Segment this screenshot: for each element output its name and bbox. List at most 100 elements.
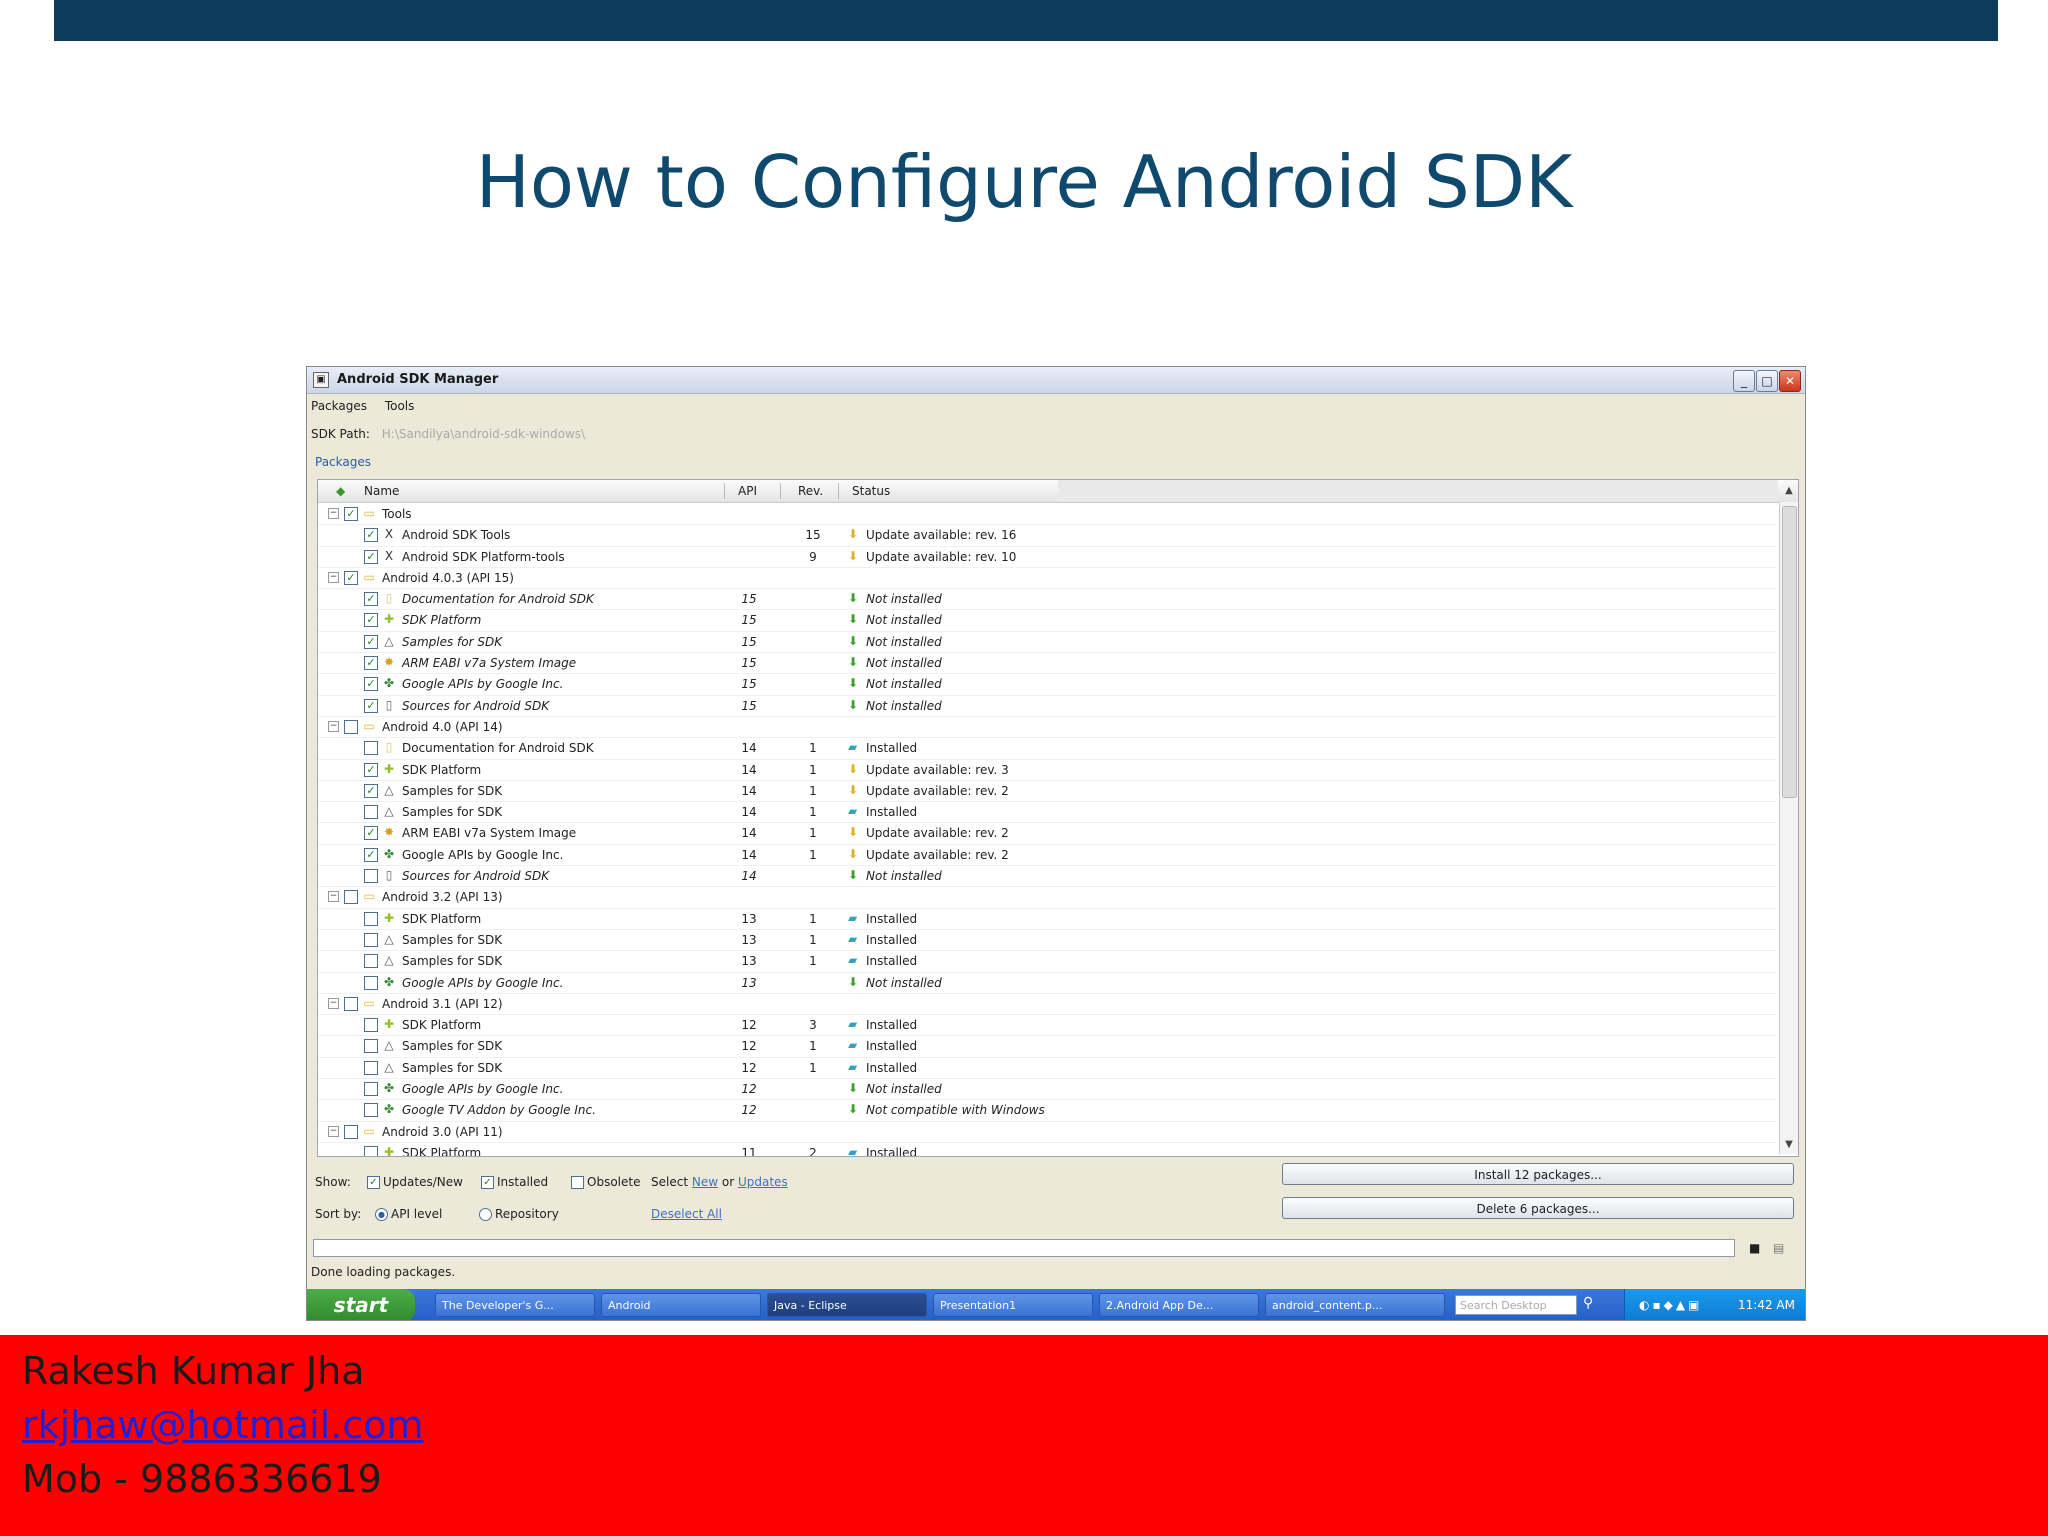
start-button[interactable]: start [307, 1289, 415, 1320]
minimize-button[interactable]: _ [1733, 370, 1755, 392]
package-checkbox[interactable] [364, 975, 378, 990]
col-name[interactable]: Name [364, 484, 399, 498]
taskbar-item-eclipse[interactable]: Java - Eclipse [767, 1293, 927, 1317]
install-packages-button[interactable]: Install 12 packages... [1282, 1163, 1794, 1185]
package-checkbox[interactable] [364, 805, 378, 820]
taskbar-item-pdf[interactable]: android_content.p... [1265, 1293, 1445, 1317]
package-row[interactable]: ✓ ✚ SDK Platform 15 ⬇ Not installed [318, 610, 1776, 632]
package-checkbox[interactable]: ✓ [364, 762, 378, 777]
package-checkbox[interactable]: ✓ [344, 507, 358, 521]
collapse-icon[interactable]: − [328, 571, 339, 583]
package-row[interactable]: ✤ Google TV Addon by Google Inc. 12 ⬇ Not co… [318, 1100, 1776, 1122]
package-group-row[interactable]: − ▭ Android 4.0 (API 14) [318, 717, 1776, 739]
select-updates-link[interactable]: Updates [738, 1175, 788, 1189]
package-checkbox[interactable]: ✓ [364, 528, 378, 543]
package-row[interactable]: ✓ X Android SDK Tools 15 ⬇ Update available: … [318, 525, 1776, 547]
deselect-all-link[interactable]: Deselect All [651, 1207, 722, 1221]
log-icon[interactable]: ▤ [1773, 1241, 1784, 1255]
package-row[interactable]: ✓ X Android SDK Platform-tools 9 ⬇ Update ava… [318, 547, 1776, 568]
package-row[interactable]: ✓ ✤ Google APIs by Google Inc. 15 ⬇ Not insta… [318, 674, 1776, 696]
package-row[interactable]: ✓ ✤ Google APIs by Google Inc. 14 1 ⬇ Update a… [318, 845, 1776, 867]
package-row[interactable]: ✤ Google APIs by Google Inc. 13 ⬇ Not instal… [318, 973, 1776, 994]
package-checkbox[interactable] [364, 932, 378, 947]
package-checkbox[interactable] [364, 1060, 378, 1075]
close-button[interactable]: ✕ [1779, 370, 1801, 392]
package-checkbox[interactable]: ✓ [364, 592, 378, 607]
maximize-button[interactable]: □ [1756, 370, 1778, 392]
col-status[interactable]: Status [852, 484, 890, 498]
search-icon[interactable]: ⚲ [1583, 1295, 1593, 1311]
package-row[interactable]: ▯ Documentation for Android SDK 14 1 ▰ Instal… [318, 738, 1776, 760]
package-group-row[interactable]: − ▭ Android 3.0 (API 11) [318, 1122, 1776, 1143]
package-checkbox[interactable]: ✓ [364, 847, 378, 862]
package-group-row[interactable]: − ▭ Android 3.1 (API 12) [318, 994, 1776, 1016]
author-email-link[interactable]: rkjhaw@hotmail.com [22, 1403, 424, 1447]
obsolete-checkbox[interactable]: Obsolete [571, 1175, 640, 1189]
package-checkbox[interactable] [364, 954, 378, 969]
package-checkbox[interactable] [364, 869, 378, 884]
collapse-icon[interactable]: − [328, 508, 339, 519]
refresh-icon[interactable]: ◆ [336, 484, 345, 498]
package-checkbox[interactable] [364, 1145, 378, 1156]
menu-tools[interactable]: Tools [385, 399, 415, 413]
package-row[interactable]: △ Samples for SDK 14 1 ▰ Installed [318, 802, 1776, 824]
menu-packages[interactable]: Packages [311, 399, 367, 413]
delete-packages-button[interactable]: Delete 6 packages... [1282, 1197, 1794, 1219]
package-row[interactable]: △ Samples for SDK 12 1 ▰ Installed [318, 1058, 1776, 1080]
package-group-row[interactable]: − ✓ ▭ Android 4.0.3 (API 15) [318, 568, 1776, 590]
package-row[interactable]: ✓ ▯ Sources for Android SDK 15 ⬇ Not installe… [318, 696, 1776, 717]
scroll-up-icon[interactable]: ▲ [1780, 482, 1798, 500]
package-row[interactable]: △ Samples for SDK 12 1 ▰ Installed [318, 1036, 1776, 1058]
package-checkbox[interactable]: ✓ [364, 677, 378, 692]
collapse-icon[interactable]: − [328, 891, 339, 903]
sort-repository-radio[interactable]: Repository [479, 1207, 559, 1221]
col-rev[interactable]: Rev. [798, 484, 823, 498]
collapse-icon[interactable]: − [328, 997, 339, 1009]
window-titlebar[interactable]: ▣ Android SDK Manager _ □ ✕ [307, 367, 1805, 394]
package-checkbox[interactable]: ✓ [364, 613, 378, 628]
select-new-link[interactable]: New [692, 1175, 718, 1189]
vertical-scrollbar[interactable]: ▲ ▼ [1779, 485, 1798, 1154]
package-row[interactable]: ✓ ✚ SDK Platform 14 1 ⬇ Update available: rev.… [318, 760, 1776, 781]
package-checkbox[interactable]: ✓ [364, 783, 378, 798]
taskbar-item-browser[interactable]: The Developer's G... [435, 1293, 595, 1317]
updates-new-checkbox[interactable]: ✓ Updates/New [367, 1175, 463, 1189]
package-checkbox[interactable]: ✓ [364, 634, 378, 649]
package-checkbox[interactable] [364, 1039, 378, 1054]
stop-icon[interactable]: ■ [1749, 1241, 1760, 1255]
sort-api-radio[interactable]: ● API level [375, 1207, 442, 1221]
desktop-search-input[interactable]: Search Desktop [1455, 1295, 1577, 1315]
scroll-thumb[interactable] [1782, 506, 1797, 798]
collapse-icon[interactable]: − [328, 720, 339, 732]
tray-icons[interactable]: ◐▪◆▲▣ [1639, 1298, 1702, 1312]
package-checkbox[interactable] [364, 1082, 378, 1097]
package-group-row[interactable]: − ▭ Android 3.2 (API 13) [318, 887, 1776, 909]
package-checkbox[interactable] [344, 719, 358, 734]
package-row[interactable]: ✤ Google APIs by Google Inc. 12 ⬇ Not instal… [318, 1079, 1776, 1101]
package-checkbox[interactable]: ✓ [364, 656, 378, 671]
package-checkbox[interactable]: ✓ [364, 826, 378, 841]
package-row[interactable]: ✓ ✸ ARM EABI v7a System Image 15 ⬇ Not instal… [318, 653, 1776, 675]
package-checkbox[interactable] [344, 1124, 358, 1139]
taskbar-item-android-folder[interactable]: Android [601, 1293, 761, 1317]
col-api[interactable]: API [738, 484, 757, 498]
package-row[interactable]: ✚ SDK Platform 11 2 ▰ Installed [318, 1143, 1776, 1156]
package-checkbox[interactable] [344, 890, 358, 905]
taskbar-item-presentation[interactable]: Presentation1 [933, 1293, 1093, 1317]
package-row[interactable]: ✓ ▯ Documentation for Android SDK 15 ⬇ Not in… [318, 589, 1776, 611]
collapse-icon[interactable]: − [328, 1125, 339, 1137]
taskbar-item-android-app-doc[interactable]: 2.Android App De... [1099, 1293, 1259, 1317]
package-checkbox[interactable]: ✓ [364, 698, 378, 713]
package-row[interactable]: △ Samples for SDK 13 1 ▰ Installed [318, 951, 1776, 973]
package-checkbox[interactable] [364, 911, 378, 926]
package-checkbox[interactable]: ✓ [364, 549, 378, 564]
package-checkbox[interactable] [364, 1018, 378, 1033]
package-row[interactable]: ▯ Sources for Android SDK 14 ⬇ Not installed [318, 866, 1776, 888]
package-row[interactable]: △ Samples for SDK 13 1 ▰ Installed [318, 930, 1776, 952]
package-checkbox[interactable]: ✓ [344, 570, 358, 585]
package-checkbox[interactable] [364, 741, 378, 756]
package-group-row[interactable]: − ✓ ▭ Tools [318, 504, 1776, 526]
package-row[interactable]: ✓ △ Samples for SDK 15 ⬇ Not installed [318, 632, 1776, 654]
scroll-down-icon[interactable]: ▼ [1780, 1136, 1798, 1154]
package-row[interactable]: ✚ SDK Platform 12 3 ▰ Installed [318, 1015, 1776, 1037]
